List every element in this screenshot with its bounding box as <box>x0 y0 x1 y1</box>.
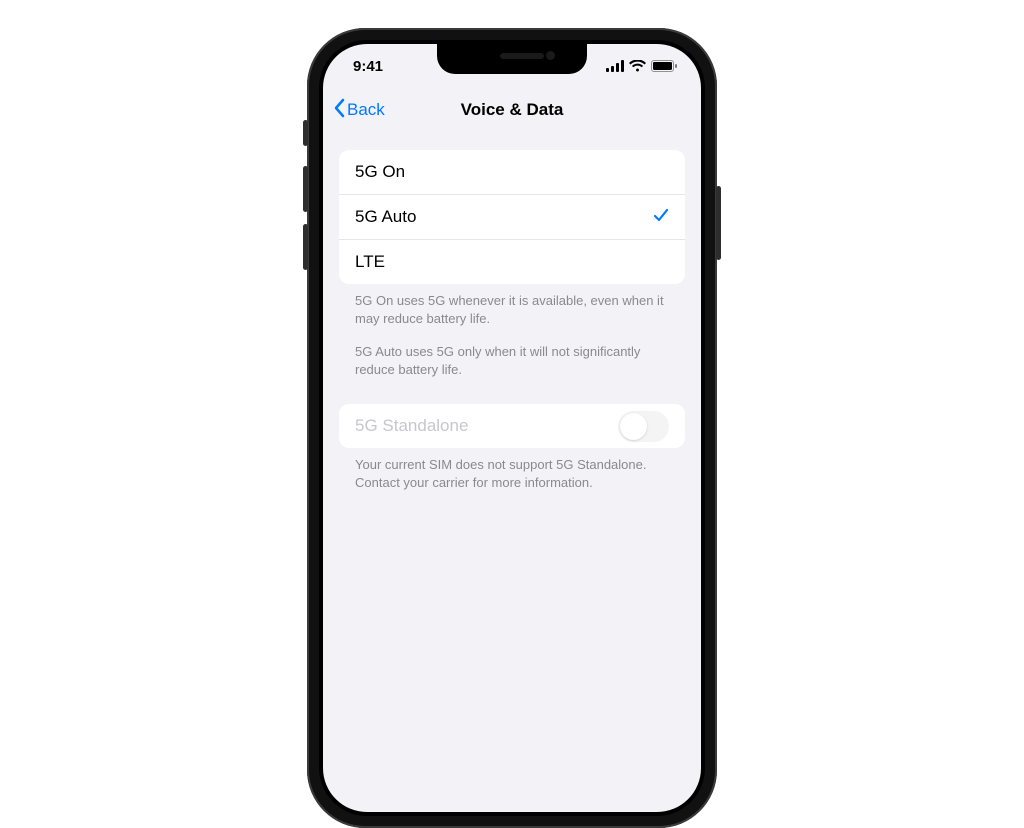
screen: 9:41 <box>323 44 701 812</box>
network-mode-group: 5G On 5G Auto LTE <box>339 150 685 284</box>
back-button[interactable]: Back <box>333 88 385 132</box>
back-label: Back <box>347 100 385 120</box>
standalone-group: 5G Standalone <box>339 404 685 448</box>
status-time: 9:41 <box>347 58 383 75</box>
option-5g-standalone: 5G Standalone <box>339 404 685 448</box>
option-5g-on[interactable]: 5G On <box>339 150 685 194</box>
footer-5g-auto: 5G Auto uses 5G only when it will not si… <box>339 335 685 378</box>
standalone-toggle <box>618 411 669 442</box>
spacer <box>339 378 685 404</box>
wifi-icon <box>629 60 646 72</box>
phone-frame: 9:41 <box>307 28 717 828</box>
footer-standalone: Your current SIM does not support 5G Sta… <box>339 448 685 491</box>
page-title: Voice & Data <box>461 100 564 120</box>
content: 5G On 5G Auto LTE 5G On use <box>323 132 701 491</box>
volume-up-button[interactable] <box>303 166 308 212</box>
notch <box>437 44 587 74</box>
option-label: 5G Standalone <box>355 416 468 436</box>
option-label: 5G Auto <box>355 207 416 227</box>
option-label: 5G On <box>355 162 405 182</box>
phone-bezel: 9:41 <box>319 40 705 816</box>
footer-5g-on: 5G On uses 5G whenever it is available, … <box>339 284 685 327</box>
option-label: LTE <box>355 252 385 272</box>
cellular-signal-icon <box>606 60 624 72</box>
status-indicators <box>606 60 677 72</box>
chevron-left-icon <box>333 98 345 123</box>
volume-down-button[interactable] <box>303 224 308 270</box>
power-button[interactable] <box>716 186 721 260</box>
mute-switch[interactable] <box>303 120 308 146</box>
nav-bar: Back Voice & Data <box>323 88 701 132</box>
option-lte[interactable]: LTE <box>339 239 685 284</box>
checkmark-icon <box>653 207 669 228</box>
option-5g-auto[interactable]: 5G Auto <box>339 194 685 239</box>
battery-icon <box>651 60 677 72</box>
